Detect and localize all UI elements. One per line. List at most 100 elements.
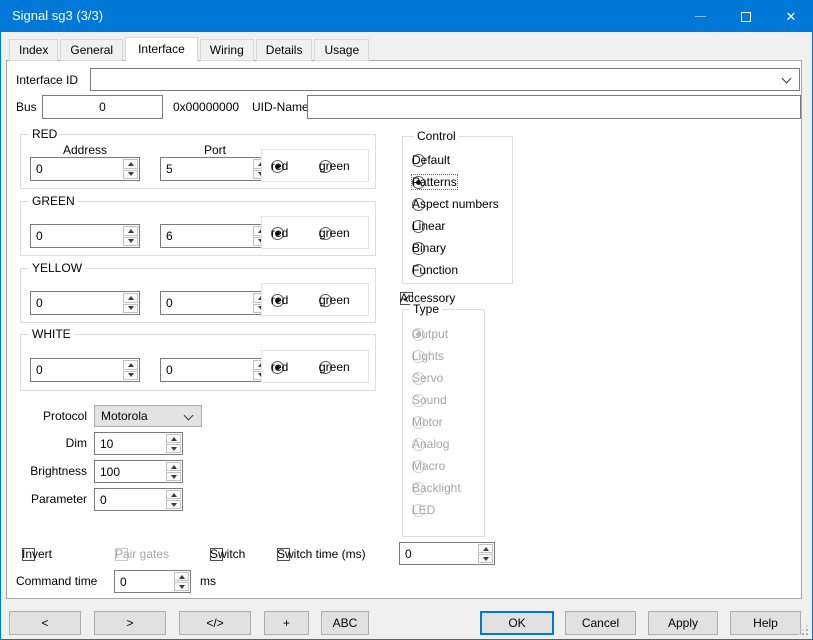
spin-down-button[interactable] bbox=[174, 582, 189, 591]
spin-up-button[interactable] bbox=[123, 159, 138, 169]
control-radio-binary[interactable]: Binary bbox=[412, 240, 425, 256]
green-port-input[interactable]: 6 bbox=[160, 224, 270, 248]
yellow-port-input[interactable]: 0 bbox=[160, 291, 270, 315]
maximize-button[interactable] bbox=[723, 1, 769, 32]
spin-up-button[interactable] bbox=[123, 293, 138, 303]
spin-up-button[interactable] bbox=[478, 544, 493, 553]
yellow-gate-red-radio[interactable]: red bbox=[271, 292, 284, 308]
spin-down-button[interactable] bbox=[166, 500, 181, 509]
spin-up-button[interactable] bbox=[123, 226, 138, 236]
port-header: Port bbox=[160, 143, 270, 157]
radio-label: Servo bbox=[412, 371, 443, 385]
arrow-down-icon bbox=[171, 503, 177, 507]
spin-down-button[interactable] bbox=[166, 472, 181, 481]
radio-label: Motor bbox=[412, 415, 443, 429]
tab-index[interactable]: Index bbox=[9, 39, 58, 61]
spin-down-button[interactable] bbox=[123, 304, 138, 314]
type-radio-backlight: Backlight bbox=[412, 480, 425, 496]
red-gate-red-radio[interactable]: red bbox=[271, 158, 284, 174]
green-port-value: 6 bbox=[166, 228, 173, 244]
arrow-down-icon bbox=[128, 306, 134, 310]
white-port-input[interactable]: 0 bbox=[160, 358, 270, 382]
radio-label: red bbox=[271, 159, 288, 173]
radio-label: Default bbox=[412, 153, 450, 167]
arrow-up-icon bbox=[171, 437, 177, 441]
spin-down-button[interactable] bbox=[478, 554, 493, 563]
resize-grip[interactable] bbox=[806, 633, 808, 635]
arrow-down-icon bbox=[171, 447, 177, 451]
tab-details[interactable]: Details bbox=[256, 39, 313, 61]
spin-down-button[interactable] bbox=[123, 237, 138, 247]
yellow-address-input[interactable]: 0 bbox=[30, 291, 140, 315]
invert-checkbox[interactable]: Invert bbox=[22, 546, 35, 562]
dim-input[interactable]: 10 bbox=[94, 432, 183, 455]
protocol-combobox[interactable]: Motorola bbox=[94, 405, 202, 427]
green-address-value: 0 bbox=[36, 228, 43, 244]
arrow-up-icon bbox=[128, 363, 134, 367]
spin-down-button[interactable] bbox=[123, 170, 138, 180]
bus-value: 0 bbox=[43, 99, 162, 115]
green-gate-green-radio[interactable]: green bbox=[319, 225, 332, 241]
bus-input[interactable]: 0 bbox=[42, 95, 163, 119]
abc-button[interactable]: ABC bbox=[321, 611, 369, 635]
close-button[interactable]: ✕ bbox=[769, 1, 813, 32]
red-address-input[interactable]: 0 bbox=[30, 157, 140, 181]
radio-label: Binary bbox=[412, 241, 446, 255]
red-port-input[interactable]: 5 bbox=[160, 157, 270, 181]
dialog-window: Signal sg3 (3/3) ✕ Index General Interfa… bbox=[0, 0, 813, 640]
switch-time-checkbox[interactable]: Switch time (ms) bbox=[277, 546, 290, 562]
group-green-title: GREEN bbox=[29, 194, 78, 208]
control-radio-function[interactable]: Function bbox=[412, 262, 425, 278]
radio-label: green bbox=[319, 293, 350, 307]
switch-time-input[interactable]: 0 bbox=[399, 542, 495, 565]
help-button[interactable]: Help bbox=[730, 611, 801, 635]
cancel-button[interactable]: Cancel bbox=[565, 611, 636, 635]
brightness-label: Brightness bbox=[16, 464, 87, 478]
uid-name-input[interactable] bbox=[307, 95, 801, 119]
apply-button[interactable]: Apply bbox=[648, 611, 718, 635]
arrow-down-icon bbox=[483, 557, 489, 561]
parameter-input[interactable]: 0 bbox=[94, 488, 183, 511]
control-radio-default[interactable]: Default bbox=[412, 152, 425, 168]
type-radio-servo: Servo bbox=[412, 370, 425, 386]
switch-checkbox[interactable]: Switch bbox=[210, 546, 223, 562]
yellow-gate-green-radio[interactable]: green bbox=[319, 292, 332, 308]
command-time-value: 0 bbox=[120, 574, 127, 590]
red-gate-green-radio[interactable]: green bbox=[319, 158, 332, 174]
green-address-input[interactable]: 0 bbox=[30, 224, 140, 248]
spin-up-button[interactable] bbox=[166, 462, 181, 471]
spin-up-button[interactable] bbox=[174, 572, 189, 581]
tab-interface[interactable]: Interface bbox=[125, 37, 198, 61]
next-button[interactable]: > bbox=[94, 611, 166, 635]
group-yellow: YELLOW 0 0 red green bbox=[20, 268, 376, 323]
radio-label: LED bbox=[412, 503, 435, 517]
ok-button[interactable]: OK bbox=[480, 611, 554, 635]
command-time-input[interactable]: 0 bbox=[114, 570, 191, 593]
tab-wiring[interactable]: Wiring bbox=[200, 39, 254, 61]
control-radio-linear[interactable]: Linear bbox=[412, 218, 425, 234]
title-bar[interactable]: Signal sg3 (3/3) ✕ bbox=[1, 1, 812, 32]
tab-general[interactable]: General bbox=[60, 39, 123, 61]
xml-button[interactable]: </> bbox=[179, 611, 251, 635]
spin-up-button[interactable] bbox=[123, 360, 138, 370]
spin-up-button[interactable] bbox=[166, 434, 181, 443]
prev-button[interactable]: < bbox=[9, 611, 81, 635]
brightness-input[interactable]: 100 bbox=[94, 460, 183, 483]
control-radio-patterns[interactable]: Patterns bbox=[412, 174, 425, 190]
red-address-value: 0 bbox=[36, 161, 43, 177]
spin-down-button[interactable] bbox=[166, 444, 181, 453]
tab-usage[interactable]: Usage bbox=[314, 39, 369, 61]
minimize-button[interactable] bbox=[677, 1, 723, 32]
white-gate-red-radio[interactable]: red bbox=[271, 359, 284, 375]
white-gate-green-radio[interactable]: green bbox=[319, 359, 332, 375]
group-type: Type Output Lights Servo Sound Motor bbox=[402, 309, 485, 537]
spin-down-button[interactable] bbox=[123, 371, 138, 381]
white-address-input[interactable]: 0 bbox=[30, 358, 140, 382]
radio-label: green bbox=[319, 159, 350, 173]
type-radio-motor: Motor bbox=[412, 414, 425, 430]
green-gate-red-radio[interactable]: red bbox=[271, 225, 284, 241]
spin-up-button[interactable] bbox=[166, 490, 181, 499]
interface-id-combobox[interactable] bbox=[90, 68, 800, 91]
add-button[interactable]: + bbox=[264, 611, 309, 635]
control-radio-aspect-numbers[interactable]: Aspect numbers bbox=[412, 196, 425, 212]
